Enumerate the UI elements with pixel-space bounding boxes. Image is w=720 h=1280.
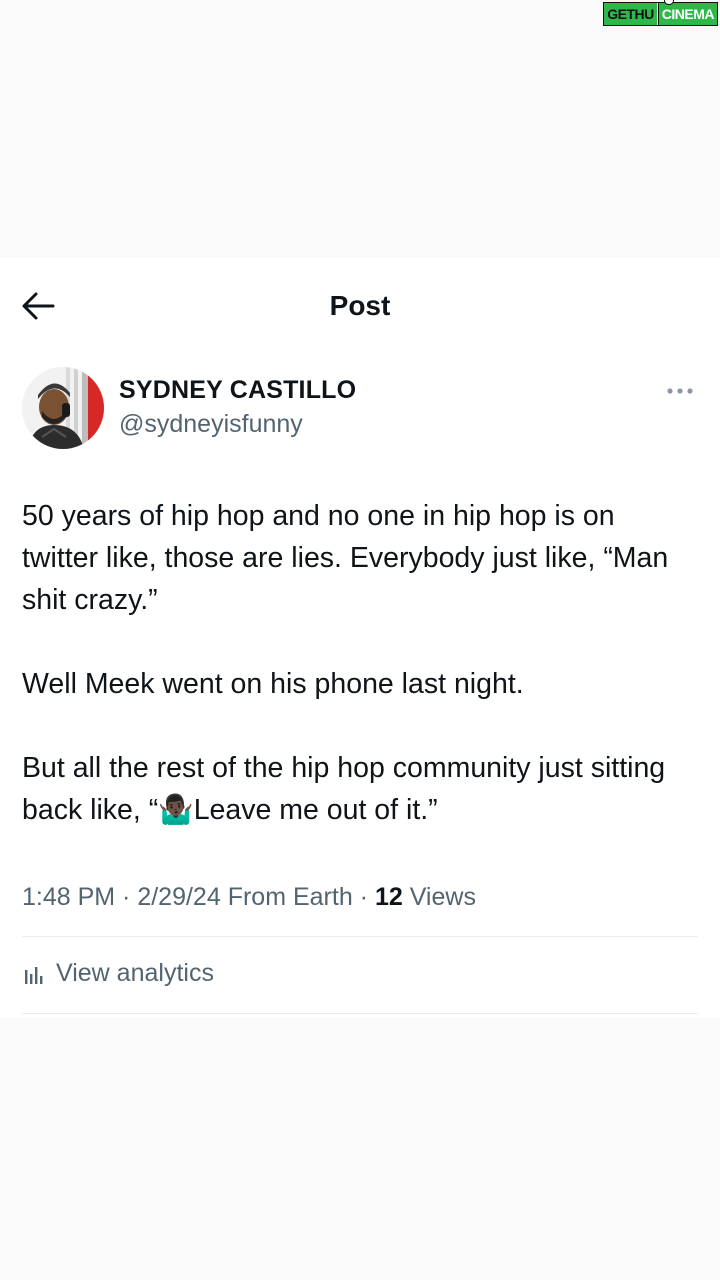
top-empty-area <box>0 0 720 258</box>
tweet-date[interactable]: 2/29/24 <box>137 883 220 911</box>
tweet-paragraph: But all the rest of the hip hop communit… <box>22 752 666 826</box>
tweet-meta: 1:48 PM · 2/29/24 From Earth · 12 Views <box>22 880 698 914</box>
tweet-time[interactable]: 1:48 PM <box>22 883 115 911</box>
tweet-source: From Earth <box>220 883 353 911</box>
author-name[interactable]: SYDNEY CASTILLO <box>119 375 356 405</box>
tweet-text: 50 years of hip hop and no one in hip ho… <box>22 495 698 831</box>
view-analytics-button[interactable]: View analytics <box>22 953 698 993</box>
film-strip-icon <box>673 0 713 3</box>
post-header: Post <box>0 268 720 344</box>
more-options-button[interactable] <box>662 381 698 401</box>
watermark-left-text: GETHU <box>604 3 657 25</box>
meta-separator: · <box>115 883 138 911</box>
watermark-logo: GETHU CINEMA <box>603 0 718 26</box>
watermark-box: GETHU CINEMA <box>603 0 718 26</box>
author-handle[interactable]: @sydneyisfunny <box>119 409 303 439</box>
tweet-paragraph: Well Meek went on his phone last night. <box>22 668 524 700</box>
views-label: Views <box>402 883 476 911</box>
views-count: 12 <box>374 883 403 911</box>
meta-separator: · <box>352 883 375 911</box>
divider <box>22 1013 698 1014</box>
author-row: SYDNEY CASTILLO @sydneyisfunny <box>22 367 698 451</box>
page-title: Post <box>329 290 391 321</box>
tweet-paragraph: 50 years of hip hop and no one in hip ho… <box>22 500 669 616</box>
bottom-empty-area <box>0 1018 720 1280</box>
bar-chart-icon <box>25 967 43 984</box>
avatar-image <box>22 367 104 449</box>
watermark-right-text: CINEMA <box>657 3 717 25</box>
more-horizontal-icon <box>667 388 693 394</box>
view-analytics-label: View analytics <box>56 958 214 987</box>
avatar[interactable] <box>22 367 104 449</box>
divider <box>22 936 698 937</box>
